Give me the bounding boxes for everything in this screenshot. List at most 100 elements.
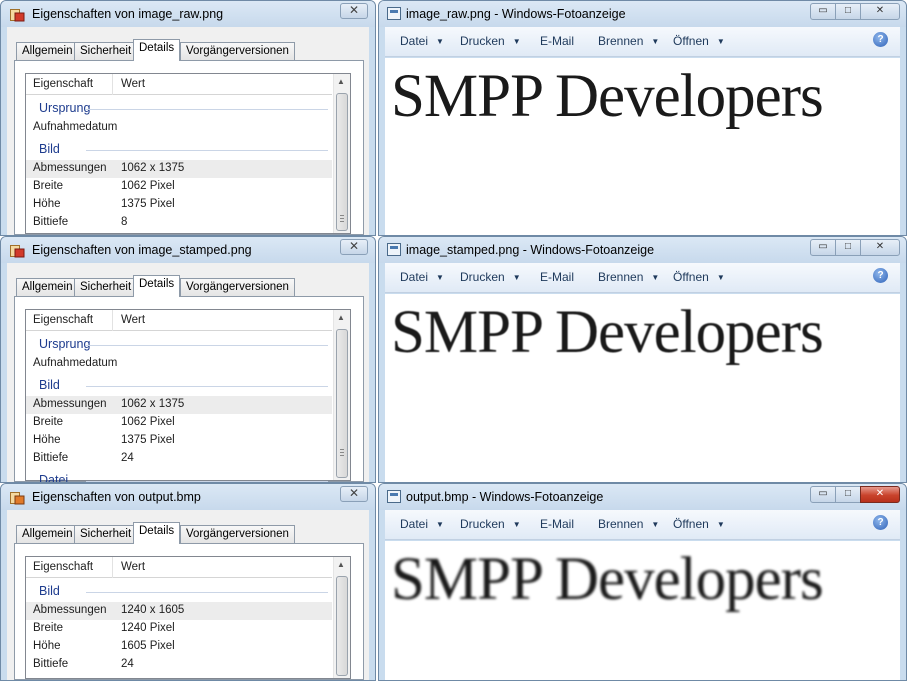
titlebar[interactable]: Eigenschaften von output.bmp ✕ (1, 484, 375, 510)
tab-sicherheit[interactable]: Sicherheit (74, 42, 138, 61)
scroll-thumb[interactable] (336, 93, 348, 231)
menu-datei[interactable]: Datei ▼ (400, 270, 444, 284)
scroll-up-arrow-icon[interactable]: ▲ (337, 560, 345, 569)
table-row[interactable]: Breite 1062 Pixel (26, 414, 332, 432)
titlebar[interactable]: image_raw.png - Windows-Fotoanzeige ▭ □ … (379, 1, 906, 27)
column-separator[interactable] (112, 557, 113, 578)
table-row[interactable]: Höhe 1375 Pixel (26, 196, 332, 214)
vertical-scrollbar[interactable]: ▲ (333, 557, 350, 678)
titlebar[interactable]: image_stamped.png - Windows-Fotoanzeige … (379, 237, 906, 263)
window-controls: ▭ □ ✕ (810, 486, 900, 503)
scroll-up-arrow-icon[interactable]: ▲ (337, 313, 345, 322)
table-row[interactable]: Bittiefe 24 (26, 450, 332, 468)
help-icon[interactable]: ? (873, 268, 888, 283)
tab-details[interactable]: Details (133, 39, 181, 61)
group-heading: Datei (26, 468, 332, 482)
close-button[interactable]: ✕ (340, 486, 368, 502)
column-wert[interactable]: Wert (121, 78, 145, 90)
help-icon[interactable]: ? (873, 32, 888, 47)
tab-sicherheit[interactable]: Sicherheit (74, 525, 138, 544)
property-key: Höhe (33, 434, 61, 446)
table-row[interactable]: Abmessungen 1240 x 1605 (26, 602, 332, 620)
close-button[interactable]: ✕ (860, 3, 900, 20)
chevron-down-icon: ▼ (436, 273, 444, 282)
scroll-thumb[interactable] (336, 329, 348, 478)
titlebar[interactable]: Eigenschaften von image_raw.png ✕ (1, 1, 375, 27)
maximize-button[interactable]: □ (835, 486, 861, 503)
menu-brennen[interactable]: Brennen ▼ (598, 270, 659, 284)
menu-datei[interactable]: Datei ▼ (400, 34, 444, 48)
menu-datei[interactable]: Datei ▼ (400, 517, 444, 531)
menu-drucken[interactable]: Drucken ▼ (460, 34, 521, 48)
chevron-down-icon: ▼ (651, 37, 660, 46)
table-row[interactable]: Höhe 1605 Pixel (26, 638, 332, 656)
property-value: 24 (121, 452, 134, 464)
vertical-scrollbar[interactable]: ▲ (333, 74, 350, 233)
maximize-button[interactable]: □ (835, 239, 861, 256)
table-row[interactable]: Höhe 1375 Pixel (26, 432, 332, 450)
menu-drucken[interactable]: Drucken ▼ (460, 517, 521, 531)
vertical-scrollbar[interactable]: ▲ (333, 310, 350, 480)
menu-label: Datei (400, 34, 429, 48)
close-button[interactable]: ✕ (340, 3, 368, 19)
table-row[interactable]: Aufnahmedatum (26, 119, 332, 137)
column-eigenschaft[interactable]: Eigenschaft (33, 314, 93, 326)
help-icon[interactable]: ? (873, 515, 888, 530)
tab-allgemein[interactable]: Allgemein (16, 525, 79, 544)
image-canvas[interactable]: SMPP Developers (385, 294, 900, 482)
close-button[interactable]: ✕ (860, 486, 900, 503)
menu-drucken[interactable]: Drucken ▼ (460, 270, 521, 284)
table-row[interactable]: Bittiefe 8 (26, 214, 332, 232)
property-key: Bittiefe (33, 216, 69, 228)
menu-email[interactable]: E-Mail (540, 517, 574, 531)
menu-brennen[interactable]: Brennen ▼ (598, 34, 659, 48)
menu-label: E-Mail (540, 34, 575, 48)
scroll-up-arrow-icon[interactable]: ▲ (337, 77, 345, 86)
column-wert[interactable]: Wert (121, 314, 145, 326)
column-separator[interactable] (112, 74, 113, 95)
close-button[interactable]: ✕ (340, 239, 368, 255)
tab-details[interactable]: Details (133, 522, 181, 544)
table-row[interactable]: Breite 1062 Pixel (26, 178, 332, 196)
maximize-button[interactable]: □ (835, 3, 861, 20)
image-canvas[interactable]: SMPP Developers (385, 58, 900, 235)
tab-vorgaengerversionen[interactable]: Vorgängerversionen (180, 525, 295, 544)
column-wert[interactable]: Wert (121, 561, 145, 573)
close-button[interactable]: ✕ (860, 239, 900, 256)
tab-sicherheit[interactable]: Sicherheit (74, 278, 138, 297)
tab-vorgaengerversionen[interactable]: Vorgängerversionen (180, 278, 295, 297)
column-separator[interactable] (112, 310, 113, 331)
menu-brennen[interactable]: Brennen ▼ (598, 517, 659, 531)
group-heading: Bild (26, 579, 332, 602)
table-row[interactable]: Abmessungen 1062 x 1375 (26, 396, 332, 414)
column-eigenschaft[interactable]: Eigenschaft (33, 561, 93, 573)
tab-vorgaengerversionen[interactable]: Vorgängerversionen (180, 42, 295, 61)
image-canvas[interactable]: SMPP Developers (385, 541, 900, 680)
minimize-button[interactable]: ▭ (810, 486, 836, 503)
tab-details[interactable]: Details (133, 275, 181, 297)
menu-email[interactable]: E-Mail (540, 270, 574, 284)
scroll-thumb[interactable] (336, 576, 348, 676)
menu-oeffnen[interactable]: Öffnen ▼ (673, 270, 725, 284)
table-row[interactable]: Abmessungen 1062 x 1375 (26, 160, 332, 178)
table-row[interactable]: Breite 1240 Pixel (26, 620, 332, 638)
minimize-button[interactable]: ▭ (810, 239, 836, 256)
window-controls: ▭ □ ✕ (810, 3, 900, 20)
tab-allgemein[interactable]: Allgemein (16, 278, 79, 297)
titlebar[interactable]: Eigenschaften von image_stamped.png ✕ (1, 237, 375, 263)
photo-viewer-image-stamped: image_stamped.png - Windows-Fotoanzeige … (378, 236, 907, 483)
table-row[interactable]: Aufnahmedatum (26, 355, 332, 373)
minimize-button[interactable]: ▭ (810, 3, 836, 20)
menu-label: Datei (400, 270, 429, 284)
property-value: 1062 Pixel (121, 416, 175, 428)
table-row[interactable]: Bittiefe 24 (26, 656, 332, 674)
titlebar[interactable]: output.bmp - Windows-Fotoanzeige ▭ □ ✕ (379, 484, 906, 510)
menu-email[interactable]: E-Mail (540, 34, 574, 48)
property-key: Bittiefe (33, 452, 69, 464)
menu-oeffnen[interactable]: Öffnen ▼ (673, 517, 725, 531)
properties-icon (10, 492, 25, 505)
tab-allgemein[interactable]: Allgemein (16, 42, 79, 61)
grip-line (340, 218, 344, 219)
column-eigenschaft[interactable]: Eigenschaft (33, 78, 93, 90)
menu-oeffnen[interactable]: Öffnen ▼ (673, 34, 725, 48)
